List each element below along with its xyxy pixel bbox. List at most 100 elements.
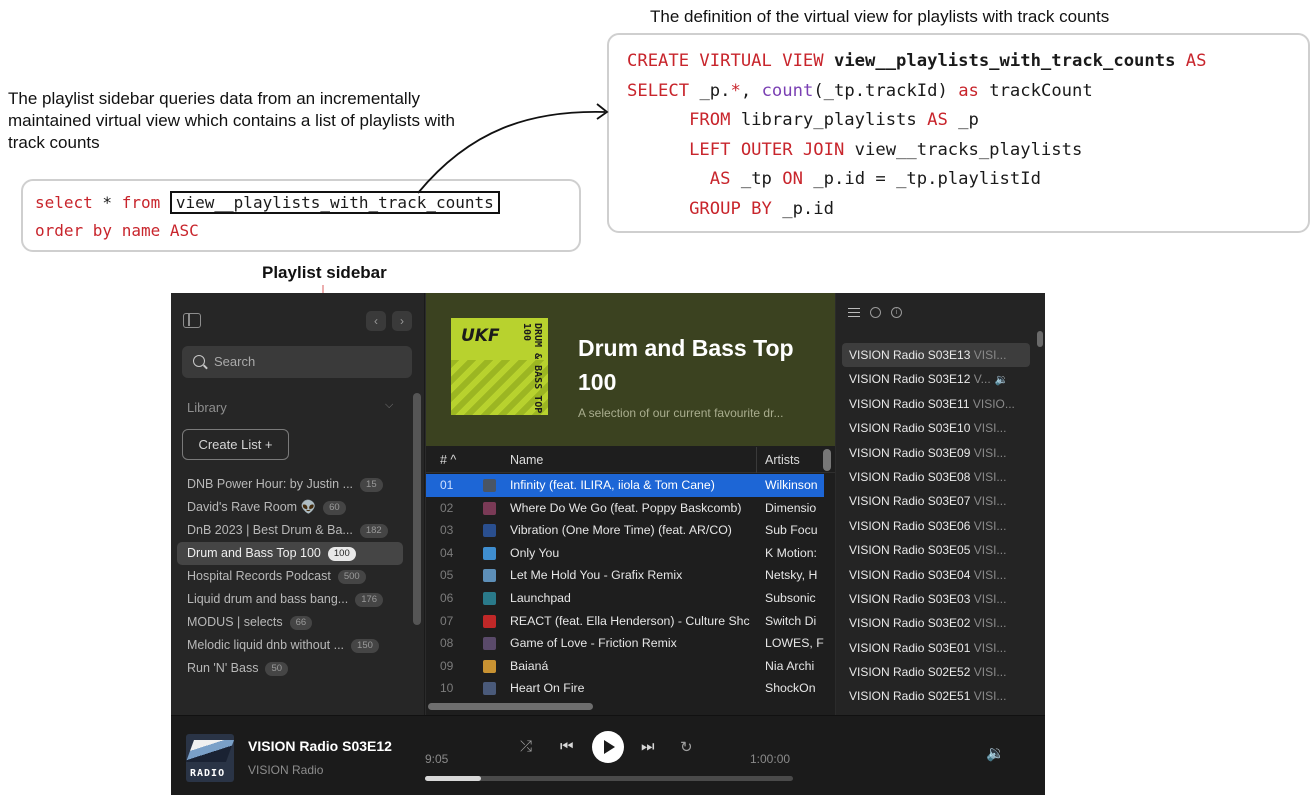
table-row[interactable]: 06 Launchpad Subsonic [426,587,824,610]
search-input[interactable]: Search [182,346,412,378]
sql-keyword: AS [709,169,731,189]
search-placeholder: Search [214,354,256,369]
view-name-highlight: view__playlists_with_track_counts [169,191,500,214]
sql-text: _p.id [771,198,834,219]
track-artwork [483,479,496,492]
table-row[interactable]: 10 Heart On Fire ShockOn [426,677,824,700]
now-playing-title[interactable]: VISION Radio S03E12 [248,738,392,754]
sql-text: , [740,80,762,101]
info-icon[interactable]: i [891,307,902,318]
sql-text: _p [947,110,979,130]
sidebar-playlist-item[interactable]: DNB Power Hour: by Justin ... 15 [177,473,403,496]
queue-item[interactable]: VISION Radio S02E51 VISI... [842,684,1030,708]
cover-text: DRUM & BASS TOP 100 [521,323,543,414]
queue-item[interactable]: VISION Radio S02E52 VISI... [842,660,1030,684]
table-row[interactable]: 04 Only You K Motion: [426,542,824,565]
playlist-track-count-badge: 100 [327,546,356,561]
queue-item[interactable]: VISION Radio S03E13 VISI... [842,343,1030,368]
sidebar-playlist-item[interactable]: Hospital Records Podcast 500 [177,565,403,588]
table-row[interactable]: 05 Let Me Hold You - Grafix Remix Netsky, … [426,564,824,587]
track-artwork [483,591,496,605]
sidebar-playlist-item[interactable]: DnB 2023 | Best Drum & Ba... 182 [177,519,403,542]
track-number: 03 [440,523,454,538]
sql-text: view__tracks_playlists [844,139,1083,160]
create-list-button[interactable]: Create List + [182,429,289,460]
queue-item[interactable]: VISION Radio S03E10 VISI... [842,416,1030,440]
queue-item-title: VISION Radio S03E12 [849,372,971,387]
queue-item[interactable]: VISION Radio S03E08 VISI... [842,465,1030,489]
sidebar-playlist-item[interactable]: MODUS | selects 66 [177,611,403,634]
table-row[interactable]: 02 Where Do We Go (feat. Poppy Baskcomb) D… [426,497,824,520]
shuffle-icon[interactable]: ⤮ [520,738,532,755]
table-row[interactable]: 08 Game of Love - Friction Remix LOWES, F [426,632,824,655]
previous-track-icon[interactable]: ⏮ [560,738,574,755]
queue-list-icon[interactable] [848,308,860,317]
nav-back-button[interactable]: ‹ [366,311,386,331]
nav-forward-button[interactable]: › [392,311,412,331]
chevron-down-icon[interactable]: ⌵ [385,399,393,412]
playlist-sidebar: ‹ › Search Library ⌵ Create List + DNB P… [171,293,425,715]
library-section-label[interactable]: Library [187,400,227,415]
table-row[interactable]: 01 Infinity (feat. ILIRA, iiola & Tom Can… [426,474,824,497]
sidebar-playlist-item[interactable]: Run 'N' Bass 50 [177,657,403,680]
next-track-icon[interactable]: ⏭ [641,738,655,755]
queue-item[interactable]: VISION Radio S03E06 VISI... [842,514,1030,538]
track-artwork [483,524,496,538]
table-row[interactable]: 07 REACT (feat. Ella Henderson) - Culture… [426,610,824,633]
track-number: 05 [440,568,454,583]
playlist-sidebar-caption: Playlist sidebar [262,263,387,282]
column-header-name[interactable]: Name [510,447,543,473]
queue-item-title: VISION Radio S03E05 [849,543,971,558]
table-row[interactable]: 09 Baianá Nia Archi [426,655,824,678]
queue-scrollbar[interactable] [1037,331,1043,347]
queue-item[interactable]: VISION Radio S03E05 VISI... [842,538,1030,562]
sql-keyword: select [35,193,93,212]
table-row[interactable]: 03 Vibration (One More Time) (feat. AR/CO… [426,519,824,542]
queue-item[interactable]: VISION Radio S03E03 VISI... [842,587,1030,611]
arrowhead [596,103,609,120]
sidebar-scrollbar[interactable] [413,393,421,625]
track-artist: K Motion: [765,545,817,560]
queue-item[interactable]: VISION Radio S03E12 V... 🔉 [842,367,1030,391]
repeat-icon[interactable]: ↻ [680,738,693,756]
history-clock-icon[interactable] [870,307,881,318]
playback-progress-fill [425,776,481,781]
sidebar-toolbar: ‹ › [183,311,414,333]
track-number: 07 [440,613,454,628]
queue-item-artist: VISI... [973,494,1007,509]
queue-item[interactable]: VISION Radio S03E07 VISI... [842,489,1030,513]
playlist-list: DNB Power Hour: by Justin ... 15 David's R… [177,473,403,680]
play-button[interactable] [592,731,624,763]
queue-item[interactable]: VISION Radio S03E04 VISI... [842,563,1030,587]
track-table-horizontal-scrollbar[interactable] [428,703,593,710]
track-table-vertical-scrollbar[interactable] [823,449,831,471]
sidebar-playlist-item[interactable]: Liquid drum and bass bang... 176 [177,588,403,611]
artwork-graphic [186,740,234,762]
track-artwork [483,569,496,583]
sidebar-playlist-item[interactable]: David's Rave Room 👽 60 [177,496,403,519]
sql-keyword: order by name ASC [35,221,199,240]
playback-progress-bar[interactable] [425,776,793,781]
sql-text: (_tp.trackId) [813,80,959,101]
queue-item-title: VISION Radio S03E06 [849,518,971,533]
sql-keyword: GROUP BY [627,198,772,219]
column-header-number[interactable]: # ^ [440,447,456,473]
sidebar-playlist-item[interactable]: Drum and Bass Top 100 100 [177,542,403,565]
sidebar-playlist-item[interactable]: Melodic liquid dnb without ... 150 [177,634,403,657]
sql-text: * [92,193,122,212]
now-playing-artist[interactable]: VISION Radio [248,763,323,777]
track-number: 01 [440,478,454,492]
sidebar-toggle-icon[interactable] [183,313,201,328]
sql-keyword: CREATE VIRTUAL VIEW [627,51,834,71]
queue-item-title: VISION Radio S03E11 [849,396,970,411]
queue-item[interactable]: VISION Radio S03E11 VISIO... [842,392,1030,416]
queue-item[interactable]: VISION Radio S03E01 VISI... [842,636,1030,660]
volume-icon[interactable]: 🔉 [986,744,1005,762]
queue-item[interactable]: VISION Radio S03E02 VISI... [842,611,1030,635]
queue-item-artist: VISI... [973,518,1007,533]
playlist-track-count-badge: 66 [289,615,313,630]
queue-item[interactable]: VISION Radio S03E09 VISI... [842,441,1030,465]
column-header-artists[interactable]: Artists [765,447,800,473]
column-divider[interactable] [756,447,757,473]
playlist-title: Drum and Bass Top 100 [578,335,794,395]
